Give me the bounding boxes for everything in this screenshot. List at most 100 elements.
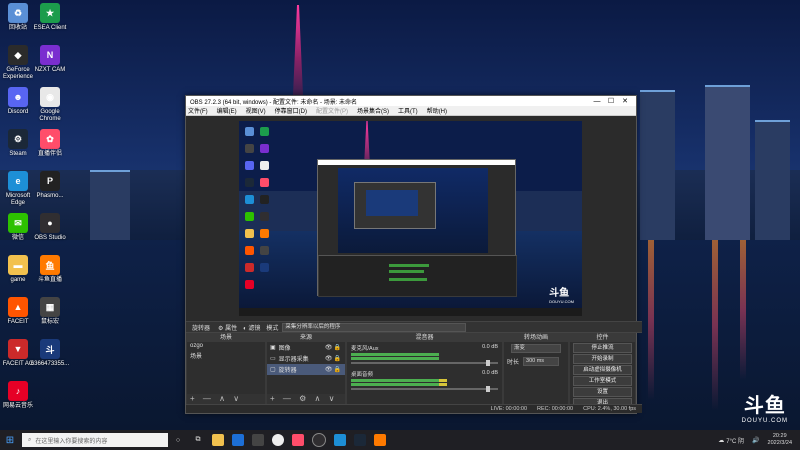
steam-icon[interactable]: [354, 434, 366, 446]
search-icon: ⌕: [28, 436, 32, 443]
source-item[interactable]: ▢ 旋转器 👁🔒: [267, 364, 345, 375]
filters-button[interactable]: ◐ 滤镜: [243, 323, 260, 332]
preview-nested-obs: [317, 159, 517, 297]
volume-slider[interactable]: [351, 360, 498, 366]
desktop-icon-label: Phasmo...: [36, 193, 64, 199]
clock[interactable]: 20:29 2022/3/24: [768, 433, 792, 447]
menu-tools[interactable]: 工具(T): [398, 106, 418, 115]
transition-select[interactable]: 渐变: [511, 344, 561, 353]
scenes-footer[interactable]: + — ∧ ∨: [187, 394, 265, 404]
store-icon[interactable]: [252, 434, 264, 446]
visibility-lock-icons[interactable]: 👁🔒: [325, 344, 342, 351]
desktop-icon[interactable]: ▦ 鼠标宏: [32, 297, 68, 326]
scenes-title: 场景: [187, 334, 265, 342]
properties-button[interactable]: ⚙ 属性: [218, 323, 237, 332]
explorer-icon[interactable]: [212, 434, 224, 446]
controls-title: 控件: [570, 334, 635, 342]
preview-desktop-icons: [242, 124, 272, 294]
preview-canvas[interactable]: 斗鱼 DOUYU.COM: [239, 121, 582, 316]
menu-file[interactable]: 文件(F): [188, 106, 208, 115]
transitions-dock: 转场动画 渐变 时长 300 ms: [503, 333, 569, 405]
source-item[interactable]: ▭ 显示器采集 👁🔒: [267, 353, 345, 364]
menu-view[interactable]: 视图(V): [246, 106, 266, 115]
studio-mode-button[interactable]: 工作室模式: [573, 376, 632, 386]
nzxt-icon: N: [40, 45, 60, 65]
controls-dock: 控件 停止推流 开始录制 启动虚拟摄像机 工作室模式 设置 退出: [569, 333, 636, 408]
chrome-icon: ◉: [40, 87, 60, 107]
visibility-lock-icons[interactable]: 👁🔒: [325, 366, 342, 373]
obs-icon[interactable]: [312, 433, 326, 447]
esea-icon: ★: [40, 3, 60, 23]
minimize-button[interactable]: —: [590, 98, 604, 105]
windows-start-icon[interactable]: ⊞: [0, 430, 20, 450]
maximize-button[interactable]: ☐: [604, 97, 618, 105]
desktop-icon[interactable]: ◉ Google Chrome: [32, 87, 68, 123]
desktop-icon[interactable]: P Phasmo...: [32, 171, 68, 200]
virtual-camera-button[interactable]: 启动虚拟摄像机: [573, 365, 632, 375]
obs-titlebar[interactable]: OBS 27.2.3 (64 bit, windows) - 配置文件: 未命名…: [186, 96, 636, 106]
sources-title: 来源: [267, 334, 345, 342]
duration-input[interactable]: 300 ms: [523, 357, 560, 366]
desktop-icon-label: Google Chrome: [39, 109, 61, 122]
image-icon: ▣: [270, 345, 276, 351]
status-bar: LIVE: 00:00:00 REC: 00:00:00 CPU: 2.4%, …: [186, 404, 642, 413]
mail-icon[interactable]: [232, 434, 244, 446]
live-icon[interactable]: [292, 434, 304, 446]
settings-button[interactable]: 设置: [573, 387, 632, 397]
rec-status: REC: 00:00:00: [537, 406, 574, 412]
search-input[interactable]: ⌕ 在这里输入你要搜索的内容: [22, 433, 168, 447]
faceit-icon: ▲: [8, 297, 28, 317]
edge-icon[interactable]: [334, 434, 346, 446]
source-item[interactable]: ▣ 图像 👁🔒: [267, 342, 345, 353]
douyu-icon[interactable]: [374, 434, 386, 446]
selected-source-name: 旋转器: [192, 325, 211, 332]
desktop-icon-label: ESEA Client: [33, 25, 67, 31]
desktop-icon[interactable]: ♪ 网易云音乐: [0, 381, 36, 410]
preview-watermark: 斗鱼 DOUYU.COM: [549, 288, 574, 304]
faceit-ac-icon: ▼: [8, 339, 28, 359]
menu-help[interactable]: 帮助(H): [427, 106, 447, 115]
desktop-icon-label: OBS Studio: [34, 235, 66, 241]
duration-label: 时长: [507, 360, 520, 366]
skyscraper: [90, 170, 130, 242]
menu-edit[interactable]: 编辑(E): [217, 106, 237, 115]
mode-select[interactable]: 采集分辨率以后的程序: [282, 322, 467, 332]
desktop-icon[interactable]: ✿ 直播伴侣: [32, 129, 68, 158]
mixer-channel: 麦克风/Aux 0.0 dB: [347, 342, 502, 368]
monitor-icon: ▭: [270, 356, 276, 362]
sources-dock: 来源 ▣ 图像 👁🔒 ▭ 显示器采集 👁🔒 ▢ 旋转器 👁🔒 + — ⚙ ∧ ∨: [266, 333, 346, 405]
desktop-icon[interactable]: e Microsoft Edge: [0, 171, 36, 207]
weather-text: 7°C 阴: [726, 438, 745, 445]
recycle-bin-icon: ♻: [8, 3, 28, 23]
stop-streaming-button[interactable]: 停止推流: [573, 343, 632, 353]
taskbar: ⊞ ⌕ 在这里输入你要搜索的内容 ○ ⧉ ☁ 7°C 阴 🔊 20:29 2022…: [0, 430, 800, 450]
desktop-icon[interactable]: N NZXT CAM: [32, 45, 68, 74]
menu-scene-collection[interactable]: 场景集合(S): [357, 106, 389, 115]
desktop-icon[interactable]: 斗 6366473355...: [31, 339, 69, 368]
volume-slider[interactable]: [351, 386, 498, 392]
start-recording-button[interactable]: 开始录制: [573, 354, 632, 364]
desktop-icon[interactable]: ● OBS Studio: [32, 213, 68, 242]
menu-profile[interactable]: 配置文件(P): [316, 106, 348, 115]
steam-icon: ⚙: [8, 129, 28, 149]
desktop-icon[interactable]: ◆ GeForce Experience: [0, 45, 36, 81]
desktop-icon[interactable]: 鱼斗鱼直播: [32, 255, 68, 284]
obs-window[interactable]: OBS 27.2.3 (64 bit, windows) - 配置文件: 未命名…: [185, 95, 642, 414]
mixer-dock: 混音器 麦克风/Aux 0.0 dB 桌面音频 0.0 dB: [346, 333, 503, 405]
visibility-lock-icons[interactable]: 👁🔒: [325, 355, 342, 362]
volume-icon[interactable]: 🔊: [752, 437, 759, 444]
scene-item[interactable]: ozgo: [187, 342, 265, 350]
mixer-title: 混音器: [347, 334, 502, 342]
task-view-icon[interactable]: ⧉: [192, 434, 204, 446]
mixer-channel: 桌面音频 0.0 dB: [347, 368, 502, 394]
scene-item[interactable]: 场景: [187, 350, 265, 361]
close-button[interactable]: ✕: [618, 97, 632, 105]
task-view-icon[interactable]: ○: [172, 434, 184, 446]
weather-icon[interactable]: ☁: [718, 437, 724, 444]
chrome-icon[interactable]: [272, 434, 284, 446]
desktop-icon[interactable]: ★ ESEA Client: [32, 3, 68, 32]
sources-footer[interactable]: + — ⚙ ∧ ∨: [267, 394, 345, 404]
menu-docks[interactable]: 停靠窗口(D): [275, 106, 307, 115]
desktop-icon-label: 鼠标宏: [40, 319, 59, 325]
desktop-icon-label: 网易云音乐: [2, 403, 33, 409]
